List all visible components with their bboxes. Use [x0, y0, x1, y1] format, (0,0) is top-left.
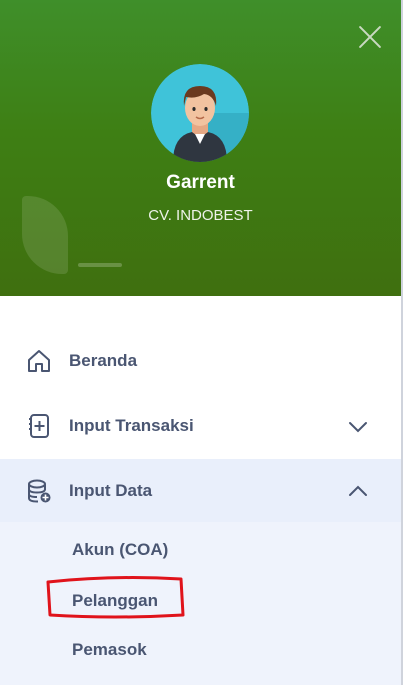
- document-plus-icon: [29, 414, 49, 438]
- database-icon: [28, 479, 51, 503]
- submenu-item-pemasok[interactable]: Pemasok: [0, 628, 401, 674]
- avatar: [151, 64, 249, 162]
- red-highlight-annotation: [46, 576, 185, 619]
- menu-item-label: Input Transaksi: [69, 416, 194, 435]
- submenu-item-akun-coa[interactable]: Akun (COA): [0, 526, 401, 572]
- avatar-illustration-icon: [151, 64, 249, 162]
- user-name: Garrent: [166, 172, 235, 193]
- menu-item-label: Beranda: [69, 351, 138, 370]
- decoration-line: [78, 263, 122, 267]
- close-icon[interactable]: [357, 24, 383, 50]
- chevron-down-icon[interactable]: [348, 421, 368, 433]
- profile-header: Garrent CV. INDOBEST: [0, 0, 401, 296]
- menu-item-input-data[interactable]: Input Data: [0, 459, 401, 523]
- home-icon: [28, 350, 50, 372]
- submenu-item-label: Akun (COA): [72, 540, 169, 559]
- company-name: CV. INDOBEST: [148, 207, 253, 224]
- chevron-up-icon[interactable]: [348, 485, 368, 497]
- menu-item-input-transaksi[interactable]: Input Transaksi: [0, 394, 401, 458]
- menu-item-label: Input Data: [69, 481, 153, 500]
- menu-item-beranda[interactable]: Beranda: [0, 329, 401, 393]
- submenu-item-label: Pemasok: [72, 640, 147, 659]
